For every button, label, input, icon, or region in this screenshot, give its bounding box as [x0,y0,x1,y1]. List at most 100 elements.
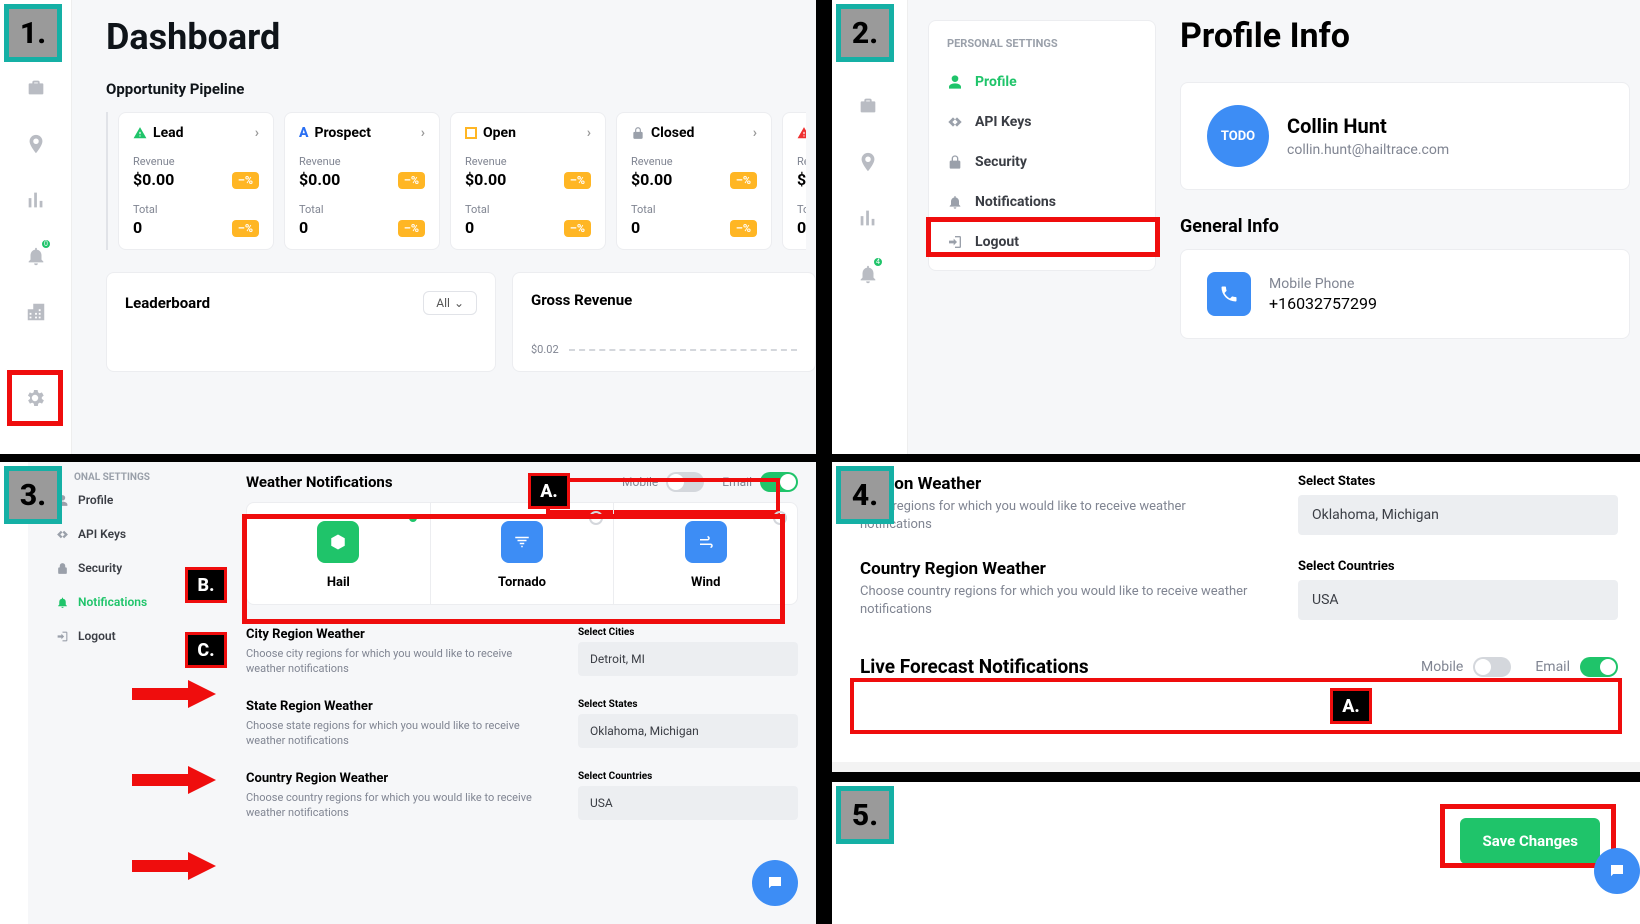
cities-input[interactable]: Detroit, MI [578,642,798,676]
total-value: 0 [299,218,308,237]
chat-button[interactable] [752,860,798,906]
weather-title: Weather Notifications [246,473,393,491]
revenue-label: Revenue [631,155,757,168]
pct-pill: –% [564,220,591,237]
menu-item-api-keys[interactable]: API Keys [929,102,1155,142]
email-label: Email [1535,659,1570,675]
gear-icon[interactable] [24,387,46,409]
pipeline-card-open[interactable]: Open› Revenue $0.00–% Total 0–% [450,112,606,250]
total-label: Total [299,203,425,216]
lower-row: Leaderboard All⌄ Gross Revenue $0.02 [106,272,816,372]
card-label: Closed [651,125,694,141]
countries-input[interactable]: USA [1298,580,1618,620]
pipeline-row: Lead› Revenue $0.00–% Total 0–% AProspec… [106,112,806,250]
region-label: Select States [578,699,798,710]
pipeline-card-truncated[interactable]: I Revenue $0.0 Total 0 [782,112,806,250]
warning-icon [133,126,147,140]
step-number-5: 5. [836,786,894,844]
p4-content: Region Weather state regions for which yo… [860,474,1618,678]
briefcase-icon[interactable] [0,60,72,116]
all-dropdown[interactable]: All⌄ [423,291,477,315]
dashboard-main: Dashboard Opportunity Pipeline Lead› Rev… [106,16,816,372]
highlight-b [242,514,785,624]
page-title: Dashboard [106,16,816,58]
region-title: Region Weather [860,474,1258,494]
menu-item-security[interactable]: Security [929,142,1155,182]
region-desc: Choose state regions for which you would… [246,718,552,749]
step-number-4: 4. [836,466,894,524]
pct-pill: –% [232,172,259,189]
warning-icon [797,126,806,140]
leaderboard-title: Leaderboard [125,294,210,312]
menu-item-profile[interactable]: Profile [929,62,1155,102]
lock-icon [631,126,645,140]
menu-label: Security [78,561,122,575]
menu-label: API Keys [78,527,126,541]
pct-pill: –% [398,220,425,237]
settings-menu: ONAL SETTINGS Profile API Keys Security … [40,462,210,653]
pipeline-card-prospect[interactable]: AProspect› Revenue $0.00–% Total 0–% [284,112,440,250]
profile-title: Profile Info [1180,16,1630,56]
menu-item-profile[interactable]: Profile [40,483,210,517]
briefcase-icon[interactable] [832,78,904,134]
arrow-icon [132,852,216,880]
step-number-3: 3. [4,466,62,524]
states-input[interactable]: Oklahoma, Michigan [578,714,798,748]
divider-vertical [816,0,832,924]
revenue-value: $0.00 [465,170,506,189]
menu-item-notifications[interactable]: Notifications [929,182,1155,222]
pipeline-card-closed[interactable]: Closed› Revenue $0.00–% Total 0–% [616,112,772,250]
region-title: City Region Weather [246,627,552,642]
bell-icon[interactable]: 0 [0,228,72,284]
all-label: All [436,296,450,310]
total-label: Total [631,203,757,216]
card-label: Open [483,125,516,141]
pct-pill: –% [564,172,591,189]
badge: 0 [40,238,52,250]
menu-label: Notifications [78,595,147,609]
phone-value: +16032757299 [1269,294,1377,313]
sidebar: 4 [832,0,908,454]
menu-label: API Keys [975,114,1031,130]
revenue-label: Revenue [797,155,806,168]
highlight-save [1440,804,1616,868]
menu-label: Profile [78,493,113,507]
menu-item-api-keys[interactable]: API Keys [40,517,210,551]
chat-button[interactable] [1594,848,1640,894]
arrow-icon [132,680,216,708]
revenue-label: Revenue [133,155,259,168]
menu-label: Security [975,154,1027,170]
total-value: 0 [465,218,474,237]
region-desc: state regions for which you would like t… [860,498,1258,534]
phone-label: Mobile Phone [1269,276,1377,292]
pin-icon[interactable] [0,116,72,172]
divider-horizontal-2 [832,772,1640,782]
total-value: 0 [631,218,640,237]
states-input[interactable]: Oklahoma, Michigan [1298,495,1618,535]
avatar: TODO [1207,105,1269,167]
building-icon[interactable] [0,284,72,340]
total-value: 0 [797,218,806,237]
pct-pill: –% [730,220,757,237]
panel-1-dashboard: 0 Dashboard Opportunity Pipeline Lead› R… [0,0,816,454]
revenue-value: $0.00 [631,170,672,189]
menu-label: Logout [78,629,116,643]
profile-email: collin.hunt@hailtrace.com [1287,142,1449,158]
chart-icon[interactable] [0,172,72,228]
pin-icon[interactable] [832,134,904,190]
badge: 4 [872,256,884,268]
step-number-2: 2. [836,4,894,62]
pipeline-card-lead[interactable]: Lead› Revenue $0.00–% Total 0–% [118,112,274,250]
country-region: Country Region WeatherChoose country reg… [860,559,1618,620]
region-label: Select Countries [578,771,798,782]
countries-input[interactable]: USA [578,786,798,820]
bell-icon[interactable]: 4 [832,246,904,302]
mobile-toggle[interactable] [1473,657,1511,677]
revenue-value: $0.00 [299,170,340,189]
panel-3-weather: ONAL SETTINGS Profile API Keys Security … [0,462,816,924]
thin-sidebar [0,462,28,924]
email-toggle[interactable] [1580,657,1618,677]
chart-icon[interactable] [832,190,904,246]
region-desc: Choose country regions for which you wou… [246,790,552,821]
card-label: Lead [153,125,184,141]
